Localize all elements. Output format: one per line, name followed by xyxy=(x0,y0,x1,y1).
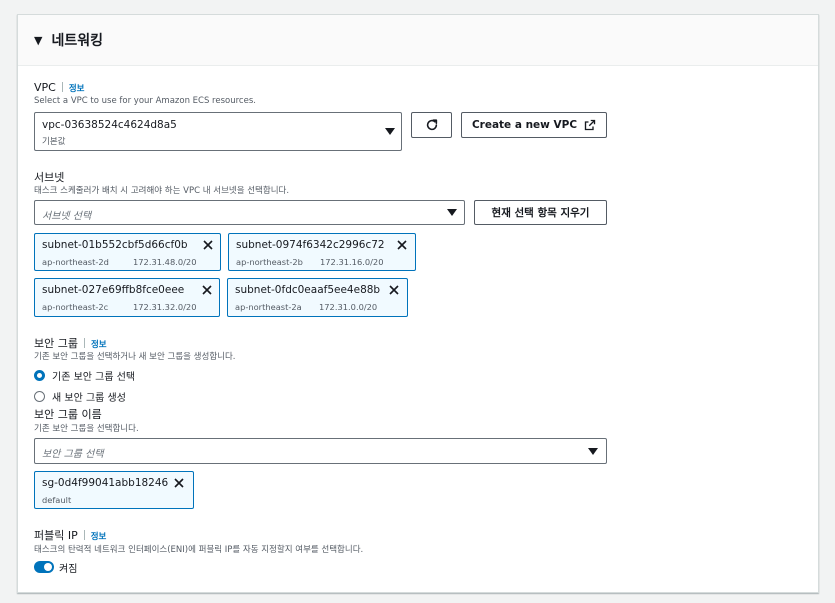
sg-label-row: 보안 그룹 정보 xyxy=(34,335,107,351)
subnet-token-name: subnet-0fdc0eaaf5ee4e88b xyxy=(235,284,381,296)
close-icon[interactable] xyxy=(172,476,186,490)
subnet-token: subnet-01b552cbf5d66cf0b ap-northeast-2d… xyxy=(34,233,221,271)
sg-token-name: sg-0d4f99041abb18246 xyxy=(42,477,169,489)
vpc-description: Select a VPC to use for your Amazon ECS … xyxy=(34,96,256,106)
public-ip-label-row: 퍼블릭 IP 정보 xyxy=(34,527,106,543)
vpc-select-value: vpc-03638524c4624d8a5 xyxy=(42,119,177,131)
subnet-label: 서브넷 xyxy=(34,171,65,184)
radio-new-sg[interactable]: 새 보안 그룹 생성 xyxy=(34,389,126,404)
subnet-placeholder: 서브넷 선택 xyxy=(42,211,92,222)
subnet-select[interactable]: 서브넷 선택 xyxy=(34,200,465,225)
panel-header[interactable]: ▼ 네트워킹 xyxy=(18,15,818,66)
sg-token-sub: default xyxy=(42,495,72,505)
sg-description: 기존 보안 그룹을 선택하거나 새 보안 그룹을 생성합니다. xyxy=(34,352,236,362)
subnet-token: subnet-0974f6342c2996c72 ap-northeast-2b… xyxy=(228,233,416,271)
create-vpc-button[interactable]: Create a new VPC xyxy=(461,112,607,138)
divider xyxy=(83,338,85,348)
radio-button[interactable] xyxy=(34,391,45,402)
divider xyxy=(83,530,85,540)
subnet-token-zone: ap-northeast-2c xyxy=(42,302,109,312)
close-icon[interactable] xyxy=(387,283,401,297)
subnet-token-cidr: 172.31.16.0/20 xyxy=(320,257,384,267)
subnet-description: 태스크 스케줄러가 배치 시 고려해야 하는 VPC 내 서브넷을 선택합니다. xyxy=(34,186,290,196)
sg-info-link[interactable]: 정보 xyxy=(91,340,107,350)
sg-placeholder: 보안 그룹 선택 xyxy=(42,449,104,460)
divider xyxy=(61,82,63,92)
dropdown-arrow-icon xyxy=(385,128,395,135)
subnet-token: subnet-027e69ffb8fce0eee ap-northeast-2c… xyxy=(34,278,220,317)
public-ip-label: 퍼블릭 IP xyxy=(34,529,78,542)
sg-select[interactable]: 보안 그룹 선택 xyxy=(34,438,607,464)
refresh-button[interactable] xyxy=(411,112,452,138)
refresh-icon xyxy=(426,119,437,131)
sg-label: 보안 그룹 xyxy=(34,337,78,350)
sg-name-description: 기존 보안 그룹을 선택합니다. xyxy=(34,424,139,434)
subnet-token: subnet-0fdc0eaaf5ee4e88b ap-northeast-2a… xyxy=(227,278,408,317)
vpc-select[interactable]: vpc-03638524c4624d8a5 기본값 xyxy=(34,112,402,151)
caret-down-icon[interactable]: ▼ xyxy=(34,34,42,47)
dropdown-arrow-icon xyxy=(588,448,598,455)
vpc-label: VPC xyxy=(34,81,56,94)
subnet-token-name: subnet-027e69ffb8fce0eee xyxy=(42,284,185,296)
clear-selection-label: 현재 선택 항목 지우기 xyxy=(491,207,590,219)
vpc-info-link[interactable]: 정보 xyxy=(69,84,85,94)
subnet-token-zone: ap-northeast-2b xyxy=(236,257,303,267)
panel-title: 네트워킹 xyxy=(51,33,103,49)
dropdown-arrow-icon xyxy=(447,209,457,216)
subnet-token-cidr: 172.31.32.0/20 xyxy=(133,302,197,312)
subnet-token-zone: ap-northeast-2a xyxy=(235,302,302,312)
toggle-label: 켜짐 xyxy=(59,564,78,575)
subnet-token-name: subnet-01b552cbf5d66cf0b xyxy=(42,239,188,251)
radio-label: 기존 보안 그룹 선택 xyxy=(52,372,136,383)
public-ip-description: 태스크의 탄력적 네트워크 인터페이스(ENI)에 퍼블릭 IP를 자동 지정할… xyxy=(34,545,364,555)
radio-button[interactable] xyxy=(34,370,45,381)
radio-existing-sg[interactable]: 기존 보안 그룹 선택 xyxy=(34,368,135,383)
subnet-token-zone: ap-northeast-2d xyxy=(42,257,109,267)
vpc-label-row: VPC 정보 xyxy=(34,81,84,94)
create-vpc-label: Create a new VPC xyxy=(471,119,578,131)
sg-name-label: 보안 그룹 이름 xyxy=(34,408,102,421)
close-icon[interactable] xyxy=(200,283,214,297)
clear-selection-button[interactable]: 현재 선택 항목 지우기 xyxy=(474,200,607,225)
public-ip-toggle[interactable] xyxy=(34,561,54,573)
close-icon[interactable] xyxy=(201,238,215,252)
sg-token: sg-0d4f99041abb18246 default xyxy=(34,471,194,509)
external-link-icon xyxy=(584,119,596,131)
toggle-knob xyxy=(44,563,52,571)
public-ip-info-link[interactable]: 정보 xyxy=(91,532,107,542)
subnet-token-cidr: 172.31.48.0/20 xyxy=(133,257,197,267)
subnet-token-cidr: 172.31.0.0/20 xyxy=(319,302,378,312)
vpc-select-sub: 기본값 xyxy=(42,137,66,147)
subnet-token-name: subnet-0974f6342c2996c72 xyxy=(236,239,385,251)
close-icon[interactable] xyxy=(395,238,409,252)
radio-label: 새 보안 그룹 생성 xyxy=(52,393,126,404)
